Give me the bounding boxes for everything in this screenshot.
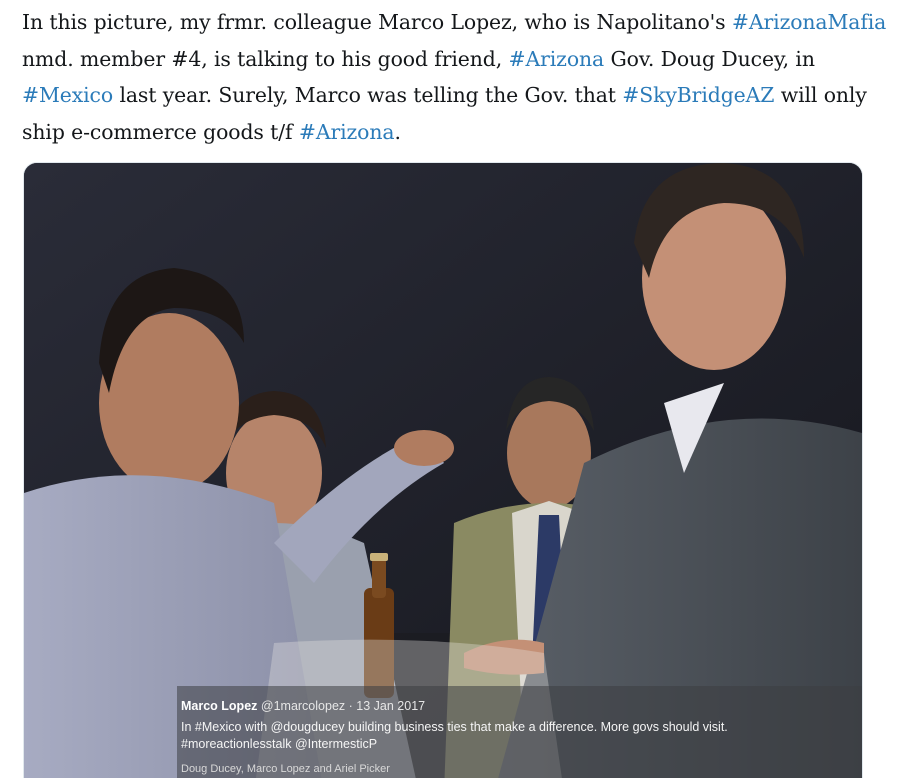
quoted-date[interactable]: 13 Jan 2017 [356,699,425,713]
hashtag-link[interactable]: #Mexico [22,83,113,107]
tweet-text: In this picture, my frmr. colleague Marc… [22,4,886,151]
quoted-tweet-body: In #Mexico with @dougducey building busi… [181,720,728,751]
tagged-people[interactable]: Doug Ducey, Marco Lopez and Ariel Picker [181,763,390,775]
hashtag-link[interactable]: #SkyBridgeAZ [622,83,774,107]
hashtag-link[interactable]: #ArizonaMafia [732,10,886,34]
quoted-tweet-header: Marco Lopez @1marcolopez · 13 Jan 2017 [181,699,425,713]
quoted-author-name[interactable]: Marco Lopez [181,699,257,713]
quoted-separator: · [348,699,353,713]
quoted-tweet-overlay[interactable]: Marco Lopez @1marcolopez · 13 Jan 2017 I… [177,686,862,778]
tweet-photo[interactable]: Marco Lopez @1marcolopez · 13 Jan 2017 I… [23,162,863,778]
tweet-text-segment: will only [774,83,867,107]
hashtag-link[interactable]: #Arizona [299,120,395,144]
tweet-text-line: In this picture, my frmr. colleague Marc… [22,4,886,41]
tweet-text-line: ship e-commerce goods t/f #Arizona. [22,114,882,151]
hashtag-link[interactable]: #Arizona [509,47,605,71]
quoted-author-handle[interactable]: @1marcolopez [261,699,345,713]
tweet-text-line: nmd. member #4, is talking to his good f… [22,41,882,78]
tweet-text-segment: In this picture, my frmr. colleague Marc… [22,10,732,34]
tweet-text-segment: . [394,119,401,144]
tweet-text-segment: nmd. member #4, is talking to his good f… [22,46,509,71]
tweet-text-segment: last year. Surely, Marco was telling the… [113,83,623,107]
tweet-text-line: #Mexico last year. Surely, Marco was tel… [22,77,882,114]
tweet-text-segment: ship e-commerce goods t/f [22,119,299,144]
tweet-text-segment: Gov. Doug Ducey, in [604,46,815,71]
